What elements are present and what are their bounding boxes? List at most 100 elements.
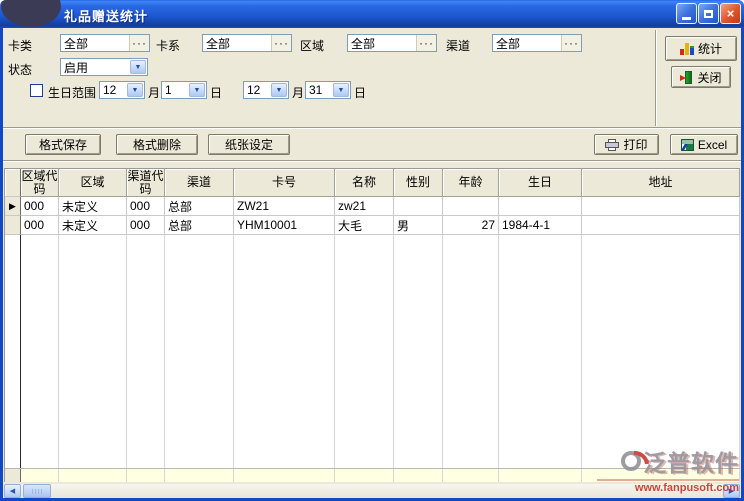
- delete-format-label: 格式删除: [133, 136, 181, 153]
- close-icon: ×: [727, 6, 735, 21]
- cell: 27: [443, 216, 499, 235]
- save-format-label: 格式保存: [39, 136, 87, 153]
- to-day-dropdown-icon[interactable]: ▼: [333, 83, 349, 97]
- channel-value: 全部: [493, 35, 561, 52]
- birthday-range-label: 生日范围: [48, 84, 96, 101]
- to-day-select[interactable]: 31 ▼: [305, 81, 351, 99]
- exit-door-icon: [680, 71, 693, 84]
- empty-column: [394, 235, 443, 468]
- from-day-select[interactable]: 1 ▼: [161, 81, 207, 99]
- window-title: 礼品赠送统计: [64, 6, 148, 25]
- paper-setup-label: 纸张设定: [225, 136, 273, 153]
- print-button[interactable]: 打印: [594, 134, 659, 155]
- footer-cell: [127, 469, 165, 482]
- close-window-button[interactable]: ×: [720, 3, 741, 24]
- window-controls: ×: [676, 3, 741, 24]
- card-type-label: 卡类: [8, 37, 32, 54]
- footer-cell: [234, 469, 335, 482]
- cell: 未定义: [59, 197, 127, 216]
- horizontal-scrollbar[interactable]: ◀ ▶: [4, 484, 740, 498]
- col-header-birthday[interactable]: 生日: [499, 169, 582, 197]
- status-value: 启用: [61, 59, 129, 76]
- status-select[interactable]: 启用 ▼: [60, 58, 148, 76]
- grid-row-1[interactable]: ▶ 000 未定义 000 总部 ZW21 zw21: [5, 197, 740, 216]
- excel-icon: [681, 139, 694, 151]
- row-selector-2[interactable]: [5, 216, 21, 235]
- scrollbar-thumb[interactable]: [23, 484, 51, 498]
- empty-column: [21, 235, 59, 468]
- cell: 1984-4-1: [499, 216, 582, 235]
- col-header-channel-code[interactable]: 渠道代码: [127, 169, 165, 197]
- paper-setup-button[interactable]: 纸张设定: [208, 134, 290, 155]
- channel-input[interactable]: 全部 ···: [492, 34, 582, 52]
- col-header-name[interactable]: 名称: [335, 169, 394, 197]
- empty-column: [582, 235, 740, 468]
- cell: [582, 216, 740, 235]
- from-day-suffix: 日: [210, 84, 222, 101]
- to-day-suffix: 日: [354, 84, 366, 101]
- from-month-suffix: 月: [148, 84, 160, 101]
- card-type-browse-icon[interactable]: ···: [129, 35, 149, 51]
- to-month-dropdown-icon[interactable]: ▼: [271, 83, 287, 97]
- save-format-button[interactable]: 格式保存: [25, 134, 101, 155]
- scroll-right-button[interactable]: ▶: [723, 484, 740, 498]
- corner-watermark-blob: [1, 0, 61, 27]
- minimize-button[interactable]: [676, 3, 697, 24]
- empty-column: [443, 235, 499, 468]
- from-month-dropdown-icon[interactable]: ▼: [127, 83, 143, 97]
- scroll-left-button[interactable]: ◀: [4, 484, 21, 498]
- scroll-left-icon: ◀: [10, 487, 15, 495]
- separator-1: [3, 127, 741, 129]
- cell: [499, 197, 582, 216]
- card-type-input[interactable]: 全部 ···: [60, 34, 150, 52]
- excel-label: Excel: [698, 138, 727, 152]
- from-month-select[interactable]: 12 ▼: [99, 81, 145, 99]
- footer-cell: [394, 469, 443, 482]
- card-series-input[interactable]: 全部 ···: [202, 34, 292, 52]
- from-day-value: 1: [162, 83, 188, 97]
- col-header-age[interactable]: 年龄: [443, 169, 499, 197]
- minimize-icon: [682, 17, 691, 20]
- footer-cell: [335, 469, 394, 482]
- grid-row-2[interactable]: 000 未定义 000 总部 YHM10001 大毛 男 27 1984-4-1: [5, 216, 740, 235]
- grid-header-row: 区域代码 区域 渠道代码 渠道 卡号 名称 性别 年龄 生日 地址: [5, 169, 740, 197]
- maximize-button[interactable]: [698, 3, 719, 24]
- col-header-region-code[interactable]: 区域代码: [21, 169, 59, 197]
- stats-button[interactable]: 统计: [665, 36, 737, 61]
- region-browse-icon[interactable]: ···: [416, 35, 436, 51]
- to-month-select[interactable]: 12 ▼: [243, 81, 289, 99]
- cell: ZW21: [234, 197, 335, 216]
- grid-empty-area: [5, 235, 740, 468]
- col-header-region[interactable]: 区域: [59, 169, 127, 197]
- region-label: 区域: [300, 37, 324, 54]
- printer-icon: [605, 139, 619, 151]
- col-header-card-no[interactable]: 卡号: [234, 169, 335, 197]
- stats-icon: [680, 43, 694, 55]
- excel-button[interactable]: Excel: [670, 134, 738, 155]
- channel-browse-icon[interactable]: ···: [561, 35, 581, 51]
- col-header-channel[interactable]: 渠道: [165, 169, 234, 197]
- empty-column: [499, 235, 582, 468]
- scroll-right-icon: ▶: [729, 487, 734, 495]
- birthday-range-checkbox[interactable]: [30, 84, 43, 97]
- close-form-button[interactable]: 关闭: [671, 66, 731, 88]
- status-dropdown-icon[interactable]: ▼: [130, 60, 146, 74]
- current-row-marker-icon: ▶: [9, 202, 16, 211]
- card-type-value: 全部: [61, 35, 129, 52]
- footer-selector-cell: [5, 469, 21, 482]
- row-selector-1[interactable]: ▶: [5, 197, 21, 216]
- title-bar: 礼品赠送统计 ×: [0, 0, 744, 28]
- col-header-address[interactable]: 地址: [582, 169, 740, 197]
- maximize-icon: [704, 10, 713, 18]
- delete-format-button[interactable]: 格式删除: [116, 134, 198, 155]
- cell: 未定义: [59, 216, 127, 235]
- footer-cell: [443, 469, 499, 482]
- grid-footer-row: [5, 468, 740, 482]
- empty-column: [234, 235, 335, 468]
- card-series-browse-icon[interactable]: ···: [271, 35, 291, 51]
- from-day-dropdown-icon[interactable]: ▼: [189, 83, 205, 97]
- col-header-gender[interactable]: 性别: [394, 169, 443, 197]
- footer-cell: [499, 469, 582, 482]
- region-input[interactable]: 全部 ···: [347, 34, 437, 52]
- cell: 男: [394, 216, 443, 235]
